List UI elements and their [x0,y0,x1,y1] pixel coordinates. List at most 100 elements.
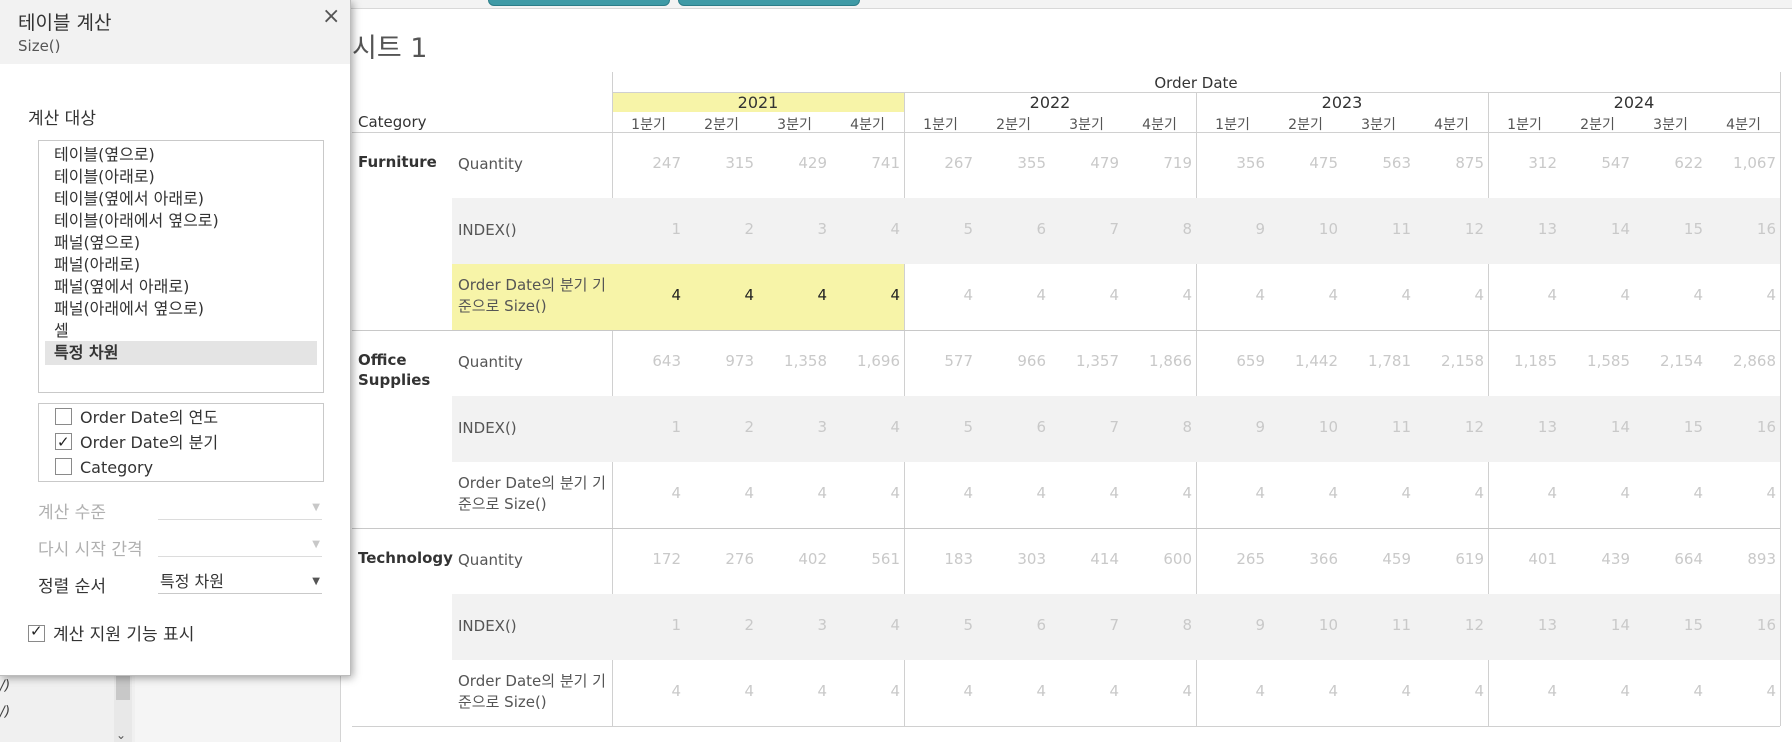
close-icon[interactable]: × [322,4,340,29]
table-cell[interactable]: 6 [986,616,1046,634]
checkbox-icon[interactable] [55,458,72,475]
table-cell[interactable]: 9 [1205,220,1265,238]
measure-label[interactable]: INDEX() [458,418,608,439]
table-cell[interactable]: 4 [1424,286,1484,304]
table-cell[interactable]: 577 [913,352,973,370]
quarter-header[interactable]: 4분기 [1707,114,1780,134]
quarter-header[interactable]: 2분기 [685,114,758,134]
checkbox-icon[interactable]: ✓ [55,433,72,451]
quarter-header[interactable]: 2분기 [1269,114,1342,134]
table-cell[interactable]: 13 [1497,616,1557,634]
table-cell[interactable]: 7 [1059,418,1119,436]
table-cell[interactable]: 1,585 [1570,352,1630,370]
compute-using-option[interactable]: 패널(아래에서 옆으로) [45,297,317,321]
table-cell[interactable]: 402 [767,550,827,568]
table-cell[interactable]: 1,442 [1278,352,1338,370]
table-cell[interactable]: 13 [1497,220,1557,238]
year-header[interactable]: 2023 [1196,93,1488,112]
table-cell[interactable]: 12 [1424,418,1484,436]
table-cell[interactable]: 4 [1716,484,1776,502]
table-cell[interactable]: 2,154 [1643,352,1703,370]
table-cell[interactable]: 12 [1424,220,1484,238]
table-cell[interactable]: 1,357 [1059,352,1119,370]
table-cell[interactable]: 4 [1351,484,1411,502]
table-cell[interactable]: 183 [913,550,973,568]
table-cell[interactable]: 401 [1497,550,1557,568]
table-cell[interactable]: 4 [1570,682,1630,700]
compute-using-option[interactable]: 테이블(아래에서 옆으로) [45,209,317,233]
table-cell[interactable]: 8 [1132,418,1192,436]
table-cell[interactable]: 3 [767,418,827,436]
table-cell[interactable]: 4 [1424,484,1484,502]
category-label[interactable]: Furniture [358,152,448,172]
table-cell[interactable]: 4 [1570,286,1630,304]
table-cell[interactable]: 4 [1059,484,1119,502]
measure-label[interactable]: Order Date의 분기 기준으로 Size() [458,473,608,515]
table-cell[interactable]: 1,781 [1351,352,1411,370]
table-cell[interactable]: 315 [694,154,754,172]
compute-using-option[interactable]: 테이블(옆에서 아래로) [45,187,317,211]
table-cell[interactable]: 4 [621,682,681,700]
compute-using-option[interactable]: 패널(아래로) [45,253,317,277]
table-cell[interactable]: 4 [1132,682,1192,700]
table-cell[interactable]: 5 [913,418,973,436]
sort-order-dropdown[interactable]: 특정 차원 ▼ [158,570,322,594]
table-cell[interactable]: 4 [913,682,973,700]
compute-using-option[interactable]: 패널(옆으로) [45,231,317,255]
quarter-header[interactable]: 4분기 [1415,114,1488,134]
compute-using-option[interactable]: 셀 [45,319,317,343]
table-cell[interactable]: 643 [621,352,681,370]
table-cell[interactable]: 414 [1059,550,1119,568]
table-cell[interactable]: 4 [1643,484,1703,502]
table-cell[interactable]: 7 [1059,616,1119,634]
table-cell[interactable]: 15 [1643,418,1703,436]
table-cell[interactable]: 14 [1570,616,1630,634]
table-cell[interactable]: 2 [694,418,754,436]
table-cell[interactable]: 4 [1205,682,1265,700]
table-cell[interactable]: 355 [986,154,1046,172]
table-cell[interactable]: 547 [1570,154,1630,172]
table-cell[interactable]: 619 [1424,550,1484,568]
table-cell[interactable]: 875 [1424,154,1484,172]
table-cell[interactable]: 1 [621,220,681,238]
table-cell[interactable]: 4 [986,682,1046,700]
restart-every-dropdown[interactable]: ▼ [158,533,322,557]
compute-using-option[interactable]: 테이블(아래로) [45,165,317,189]
table-cell[interactable]: 4 [1643,682,1703,700]
table-cell[interactable]: 4 [1497,286,1557,304]
table-cell[interactable]: 4 [767,286,827,304]
table-cell[interactable]: 4 [1205,484,1265,502]
table-cell[interactable]: 4 [1205,286,1265,304]
quarter-header[interactable]: 1분기 [612,114,685,134]
dimension-checkbox-row[interactable]: ✓ Order Date의 분기 [55,431,218,455]
table-cell[interactable]: 479 [1059,154,1119,172]
table-cell[interactable]: 4 [840,418,900,436]
table-cell[interactable]: 8 [1132,616,1192,634]
shelf-pill[interactable] [488,0,670,6]
table-cell[interactable]: 4 [1132,484,1192,502]
table-cell[interactable]: 4 [840,286,900,304]
table-cell[interactable]: 4 [1278,286,1338,304]
table-cell[interactable]: 267 [913,154,973,172]
table-cell[interactable]: 439 [1570,550,1630,568]
compute-using-option[interactable]: 특정 차원 [45,341,317,365]
quarter-header[interactable]: 3분기 [1050,114,1123,134]
table-cell[interactable]: 4 [1278,484,1338,502]
at-level-dropdown[interactable]: ▼ [158,496,322,520]
table-cell[interactable]: 2 [694,616,754,634]
table-cell[interactable]: 4 [840,484,900,502]
table-cell[interactable]: 16 [1716,418,1776,436]
table-cell[interactable]: 622 [1643,154,1703,172]
category-label[interactable]: Office Supplies [358,350,448,390]
table-cell[interactable]: 1 [621,616,681,634]
table-cell[interactable]: 4 [621,484,681,502]
table-cell[interactable]: 4 [913,286,973,304]
dimension-checklist[interactable]: Order Date의 연도 ✓ Order Date의 분기 Category [38,403,324,482]
measure-label[interactable]: Quantity [458,154,608,175]
table-cell[interactable]: 1,067 [1716,154,1776,172]
table-cell[interactable]: 1 [621,418,681,436]
quarter-header[interactable]: 1분기 [1488,114,1561,134]
table-cell[interactable]: 9 [1205,616,1265,634]
table-cell[interactable]: 6 [986,220,1046,238]
table-cell[interactable]: 6 [986,418,1046,436]
